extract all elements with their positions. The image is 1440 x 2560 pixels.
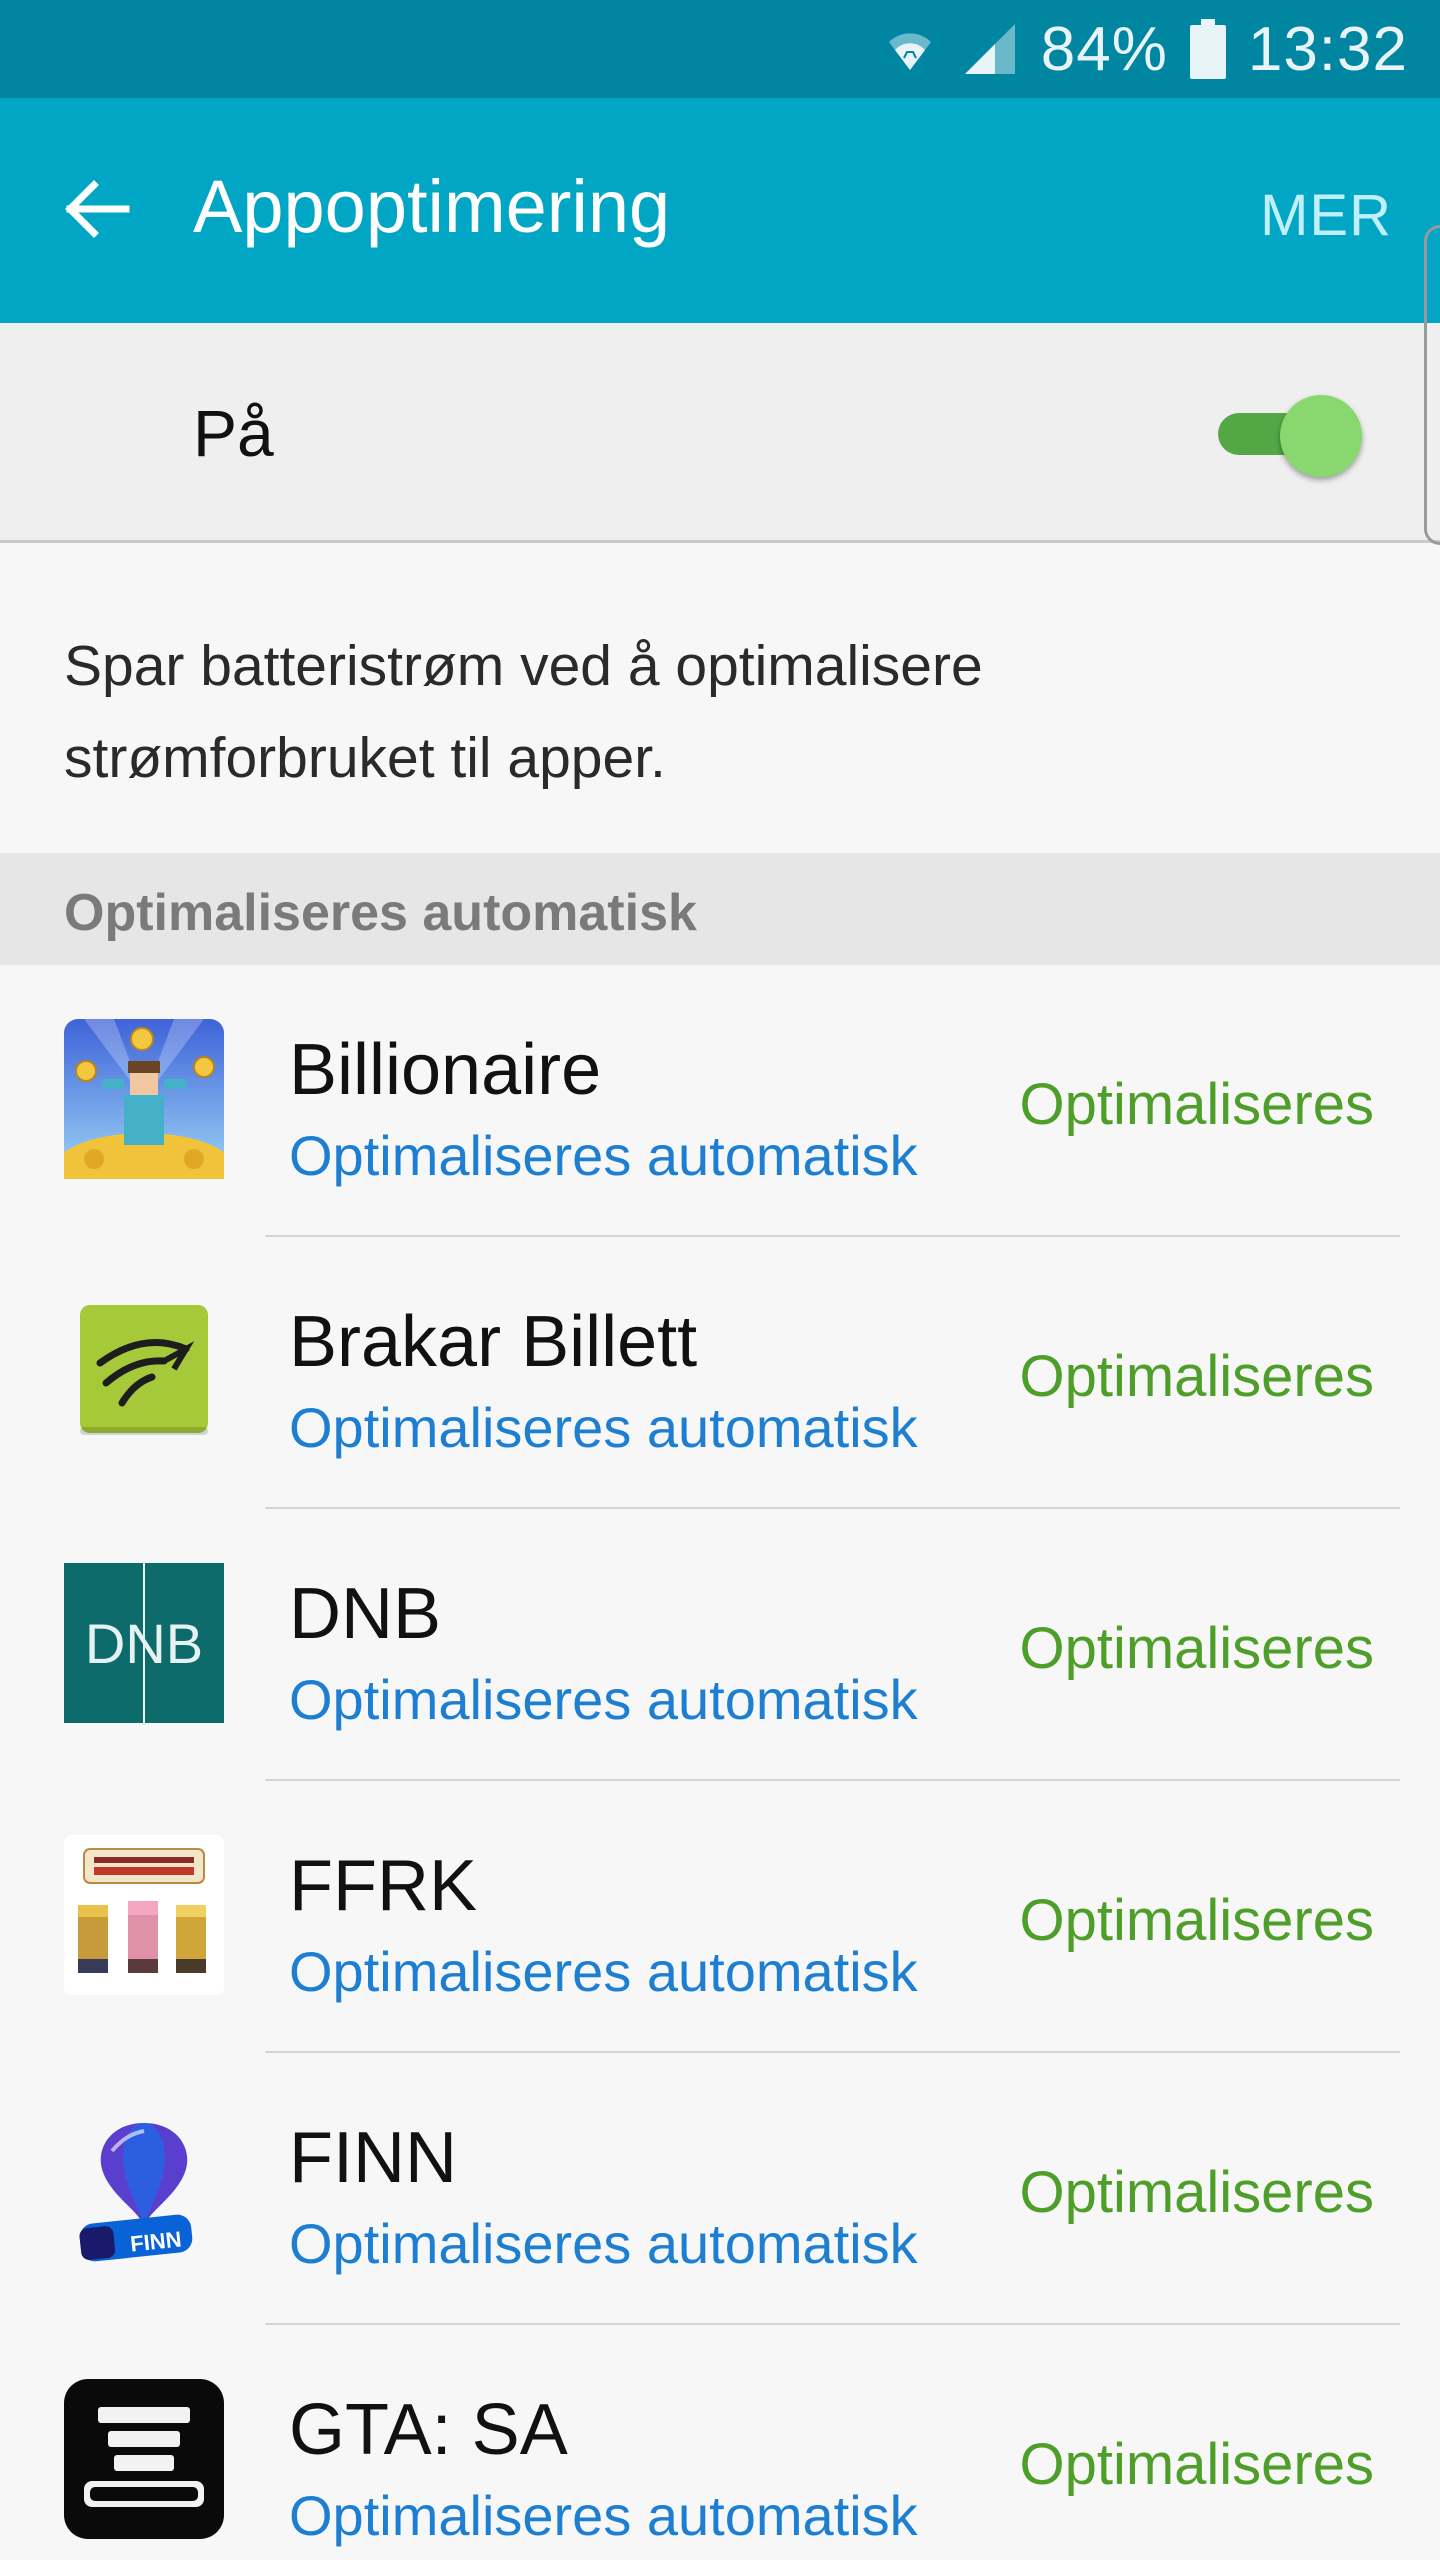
list-item[interactable]: FFRK Optimaliseres automatisk Optimalise…	[0, 1781, 1440, 2053]
edge-panel-handle[interactable]	[1424, 225, 1440, 545]
list-item[interactable]: FINN FINN Optimaliseres automatisk Optim…	[0, 2053, 1440, 2325]
app-subtitle: Optimaliseres automatisk	[289, 2212, 918, 2275]
app-name: DNB	[289, 1574, 442, 1654]
app-name: GTA: SA	[289, 2390, 568, 2470]
app-subtitle: Optimaliseres automatisk	[289, 1668, 918, 1731]
app-subtitle: Optimaliseres automatisk	[289, 1396, 918, 1459]
description-text: Spar batteristrøm ved å optimalisere str…	[64, 634, 983, 790]
app-name: FINN	[289, 2118, 457, 2198]
app-subtitle: Optimaliseres automatisk	[289, 2484, 918, 2547]
status-bar: 84% 13:32	[0, 0, 1440, 98]
billionaire-icon	[54, 1019, 234, 1205]
battery-icon	[1189, 19, 1226, 79]
more-button[interactable]: MER	[1260, 182, 1392, 249]
app-bar: Appoptimering MER	[0, 98, 1440, 323]
section-header: Optimaliseres automatisk	[0, 853, 1440, 965]
app-name: Brakar Billett	[289, 1302, 698, 1382]
list-item[interactable]: Billionaire Optimaliseres automatisk Opt…	[0, 965, 1440, 1237]
master-switch-row[interactable]: På	[0, 323, 1440, 543]
app-subtitle: Optimaliseres automatisk	[289, 1124, 918, 1187]
app-status: Optimaliseres	[1019, 2160, 1374, 2225]
app-status: Optimaliseres	[1019, 1888, 1374, 1953]
list-item[interactable]: DNB DNB Optimaliseres automatisk Optimal…	[0, 1509, 1440, 1781]
list-item[interactable]: GTA: SA Optimaliseres automatisk Optimal…	[0, 2325, 1440, 2560]
app-status: Optimaliseres	[1019, 2432, 1374, 2497]
app-subtitle: Optimaliseres automatisk	[289, 1940, 918, 2003]
section-header-title: Optimaliseres automatisk	[64, 884, 697, 942]
gta-icon	[64, 2379, 224, 2539]
wifi-icon	[881, 20, 939, 78]
signal-icon	[961, 20, 1019, 78]
back-arrow-icon	[60, 177, 132, 246]
brakar-icon	[64, 1291, 224, 1451]
clock: 13:32	[1247, 14, 1408, 84]
dnb-icon: DNB	[64, 1563, 224, 1723]
app-name: FFRK	[289, 1846, 477, 1926]
battery-percent: 84%	[1040, 14, 1168, 84]
finn-icon: FINN	[64, 2107, 224, 2267]
app-status: Optimaliseres	[1019, 1072, 1374, 1137]
list-item[interactable]: Brakar Billett Optimaliseres automatisk …	[0, 1237, 1440, 1509]
ffrk-icon	[64, 1835, 224, 1995]
svg-text:FINN: FINN	[129, 2226, 183, 2256]
app-status: Optimaliseres	[1019, 1344, 1374, 1409]
toggle-thumb	[1280, 395, 1362, 477]
master-switch-label: På	[193, 396, 274, 470]
app-status: Optimaliseres	[1019, 1616, 1374, 1681]
page-title: Appoptimering	[193, 165, 671, 248]
svg-text:DNB: DNB	[85, 1612, 203, 1675]
app-list: Billionaire Optimaliseres automatisk Opt…	[0, 965, 1440, 2560]
app-name: Billionaire	[289, 1030, 602, 1110]
master-toggle[interactable]	[1214, 393, 1366, 477]
back-button[interactable]	[56, 176, 136, 246]
